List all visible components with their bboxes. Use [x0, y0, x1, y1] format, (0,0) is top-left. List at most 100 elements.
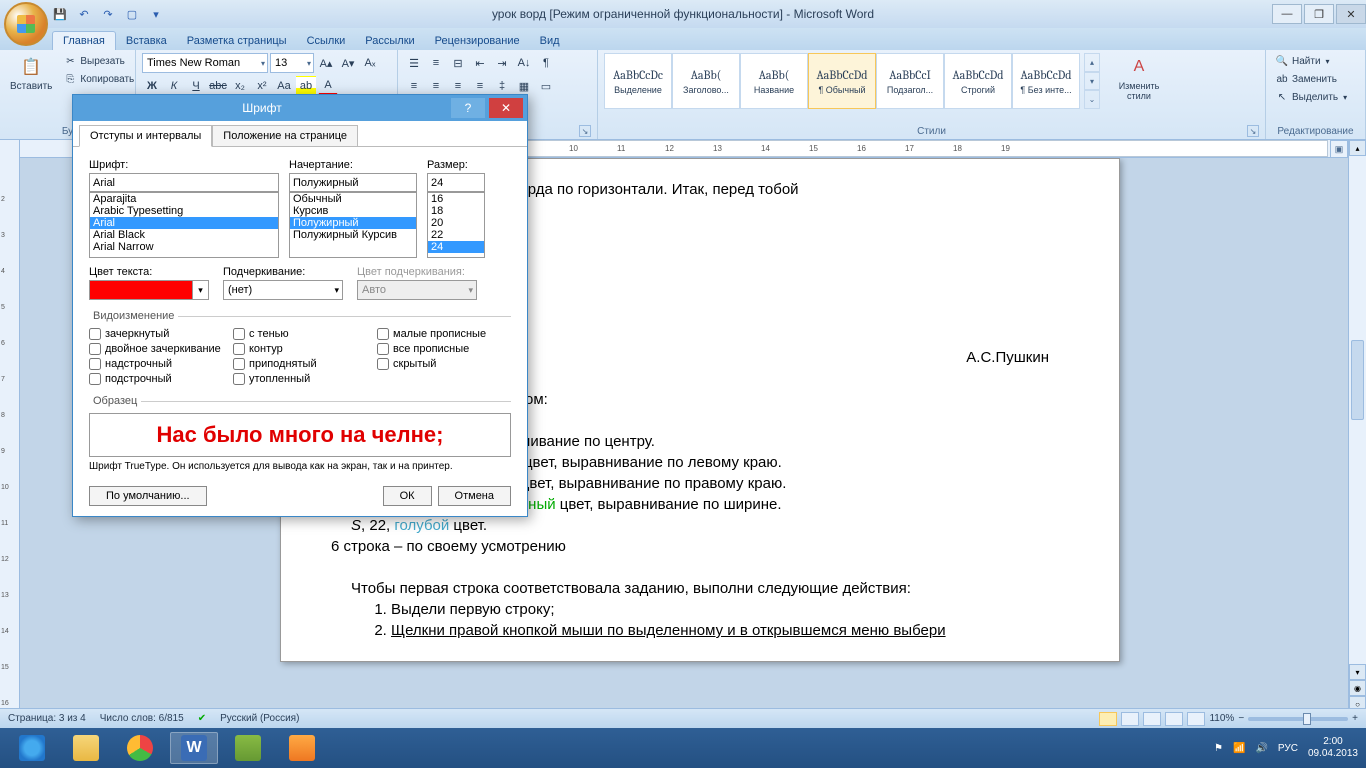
- paragraph-launcher-icon[interactable]: ↘: [579, 125, 591, 137]
- scroll-up-icon[interactable]: ▴: [1349, 140, 1366, 156]
- vertical-scrollbar[interactable]: ▴ ▾ ◉ ○ ◉: [1348, 140, 1366, 728]
- list-item[interactable]: Arial Black: [90, 229, 278, 241]
- effect-checkbox[interactable]: скрытый: [377, 358, 511, 370]
- highlight-icon[interactable]: ab: [296, 76, 316, 96]
- list-item[interactable]: Aparajita: [90, 193, 278, 205]
- zoom-pct[interactable]: 110%: [1209, 713, 1234, 724]
- tray-lang[interactable]: РУС: [1278, 743, 1298, 754]
- ok-button[interactable]: ОК: [383, 486, 432, 506]
- effect-checkbox[interactable]: контур: [233, 343, 367, 355]
- zoom-knob[interactable]: [1303, 713, 1311, 725]
- prev-page-icon[interactable]: ◉: [1349, 680, 1366, 696]
- default-button[interactable]: По умолчанию...: [89, 486, 207, 506]
- align-right-icon[interactable]: ≡: [448, 76, 468, 96]
- status-lang[interactable]: Русский (Россия): [220, 713, 299, 724]
- dialog-titlebar[interactable]: Шрифт ? ✕: [73, 95, 527, 121]
- effect-checkbox[interactable]: с тенью: [233, 328, 367, 340]
- color-picker[interactable]: ▾: [89, 280, 209, 300]
- effect-checkbox[interactable]: подстрочный: [89, 373, 223, 385]
- new-doc-icon[interactable]: ▢: [122, 4, 142, 24]
- list-item[interactable]: Обычный: [290, 193, 416, 205]
- zoom-out-icon[interactable]: −: [1238, 713, 1244, 724]
- tab-references[interactable]: Ссылки: [297, 32, 356, 50]
- ruler-toggle-icon[interactable]: ▣: [1330, 140, 1348, 158]
- strike-icon[interactable]: abc: [208, 76, 228, 96]
- change-styles-button[interactable]: A Изменить стили: [1110, 53, 1168, 103]
- font-color-icon[interactable]: A: [318, 76, 338, 96]
- align-center-icon[interactable]: ≡: [426, 76, 446, 96]
- styles-launcher-icon[interactable]: ↘: [1247, 125, 1259, 137]
- numbering-icon[interactable]: ≡: [426, 53, 446, 73]
- cancel-button[interactable]: Отмена: [438, 486, 511, 506]
- grow-font-icon[interactable]: A▴: [316, 53, 336, 73]
- justify-icon[interactable]: ≡: [470, 76, 490, 96]
- font-name-combo[interactable]: Times New Roman: [142, 53, 268, 73]
- style-item[interactable]: AaBbCcDd¶ Обычный: [808, 53, 876, 109]
- list-item[interactable]: 18: [428, 205, 484, 217]
- tab-insert[interactable]: Вставка: [116, 32, 177, 50]
- minimize-button[interactable]: —: [1272, 4, 1302, 24]
- status-page[interactable]: Страница: 3 из 4: [8, 713, 86, 724]
- word-icon[interactable]: W: [170, 732, 218, 764]
- zoom-in-icon[interactable]: +: [1352, 713, 1358, 724]
- font-size-combo[interactable]: 13: [270, 53, 314, 73]
- replace-button[interactable]: abЗаменить: [1272, 71, 1359, 87]
- scroll-thumb[interactable]: [1351, 340, 1364, 420]
- close-button[interactable]: ✕: [1336, 4, 1366, 24]
- tab-view[interactable]: Вид: [530, 32, 570, 50]
- select-button[interactable]: ↖Выделить▾: [1272, 89, 1359, 105]
- font-input[interactable]: [89, 173, 279, 192]
- subscript-icon[interactable]: x₂: [230, 76, 250, 96]
- save-icon[interactable]: 💾: [50, 4, 70, 24]
- underline-icon[interactable]: Ч: [186, 76, 206, 96]
- multilevel-icon[interactable]: ⊟: [448, 53, 468, 73]
- media-icon[interactable]: [278, 732, 326, 764]
- list-item[interactable]: 16: [428, 193, 484, 205]
- tray-sound-icon[interactable]: 🔊: [1255, 743, 1267, 754]
- copy-button[interactable]: ⎘Копировать: [60, 71, 137, 87]
- inc-indent-icon[interactable]: ⇥: [492, 53, 512, 73]
- explorer-icon[interactable]: [62, 732, 110, 764]
- list-item[interactable]: Arial: [90, 217, 278, 229]
- find-button[interactable]: 🔍Найти▾: [1272, 53, 1359, 69]
- tray-network-icon[interactable]: 📶: [1233, 743, 1245, 754]
- dialog-close-icon[interactable]: ✕: [489, 98, 523, 118]
- view-web-icon[interactable]: [1143, 712, 1161, 726]
- view-print-layout-icon[interactable]: [1099, 712, 1117, 726]
- effect-checkbox[interactable]: приподнятый: [233, 358, 367, 370]
- tab-mailings[interactable]: Рассылки: [355, 32, 424, 50]
- style-item[interactable]: AaBbCcIПодзагол...: [876, 53, 944, 109]
- undo-icon[interactable]: ↶: [74, 4, 94, 24]
- dialog-help-icon[interactable]: ?: [451, 98, 485, 118]
- qat-more-icon[interactable]: ▾: [146, 4, 166, 24]
- office-button[interactable]: [4, 2, 48, 46]
- view-draft-icon[interactable]: [1187, 712, 1205, 726]
- styles-down-icon[interactable]: ▾: [1084, 72, 1100, 91]
- effect-checkbox[interactable]: надстрочный: [89, 358, 223, 370]
- dialog-tab-position[interactable]: Положение на странице: [212, 125, 358, 147]
- paste-button[interactable]: 📋 Вставить: [6, 53, 56, 94]
- effect-checkbox[interactable]: все прописные: [377, 343, 511, 355]
- dec-indent-icon[interactable]: ⇤: [470, 53, 490, 73]
- list-item[interactable]: Курсив: [290, 205, 416, 217]
- dialog-tab-indents[interactable]: Отступы и интервалы: [79, 125, 212, 147]
- style-item[interactable]: AaBb(Заголово...: [672, 53, 740, 109]
- size-list[interactable]: 1618202224: [427, 192, 485, 258]
- effect-checkbox[interactable]: двойное зачеркивание: [89, 343, 223, 355]
- scroll-down-icon[interactable]: ▾: [1349, 664, 1366, 680]
- zoom-slider[interactable]: [1248, 717, 1348, 721]
- view-outline-icon[interactable]: [1165, 712, 1183, 726]
- tab-home[interactable]: Главная: [52, 31, 116, 50]
- cut-button[interactable]: ✂Вырезать: [60, 53, 137, 69]
- effect-checkbox[interactable]: малые прописные: [377, 328, 511, 340]
- style-item[interactable]: AaBb(Название: [740, 53, 808, 109]
- status-words[interactable]: Число слов: 6/815: [100, 713, 184, 724]
- align-left-icon[interactable]: ≡: [404, 76, 424, 96]
- show-marks-icon[interactable]: ¶: [536, 53, 556, 73]
- bullets-icon[interactable]: ☰: [404, 53, 424, 73]
- list-item[interactable]: 22: [428, 229, 484, 241]
- list-item[interactable]: Полужирный Курсив: [290, 229, 416, 241]
- tray-clock[interactable]: 2:00 09.04.2013: [1308, 736, 1358, 760]
- ie-icon[interactable]: [8, 732, 56, 764]
- list-item[interactable]: Arabic Typesetting: [90, 205, 278, 217]
